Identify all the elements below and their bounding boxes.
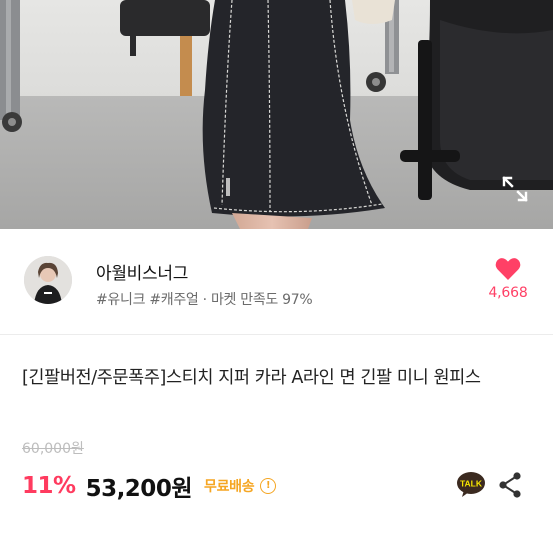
share-icon — [499, 472, 521, 498]
seller-tags: #유니크 #캐주얼 · 마켓 만족도 97% — [96, 292, 313, 308]
avatar-illustration — [24, 256, 72, 304]
price-row: 11% 53,200원 무료배송 ! — [22, 469, 277, 503]
talk-label: TALK — [460, 479, 483, 489]
like-button[interactable]: 4,668 — [482, 257, 534, 301]
discount-rate: 11% — [22, 473, 76, 499]
expand-image-button[interactable] — [498, 172, 532, 206]
sale-price: 53,200원 — [85, 476, 193, 502]
seller-name[interactable]: 아월비스너그 — [96, 259, 188, 284]
like-count: 4,668 — [488, 285, 528, 301]
info-icon[interactable]: ! — [260, 478, 277, 494]
seller-avatar[interactable] — [24, 256, 72, 304]
product-photo-illustration — [0, 0, 553, 229]
original-price: 60,000원 — [22, 441, 84, 457]
kakao-talk-icon: TALK — [457, 472, 485, 497]
free-shipping-label: 무료배송 — [203, 479, 255, 495]
product-image[interactable] — [0, 0, 553, 229]
heart-icon — [495, 258, 521, 280]
kakao-talk-button[interactable]: TALK — [456, 471, 486, 498]
product-title: [긴팔버전/주문폭주]스티치 지퍼 카라 A라인 면 긴팔 미니 원피스 — [22, 368, 481, 388]
seller-section: 아월비스너그 #유니크 #캐주얼 · 마켓 만족도 97% 4,668 — [0, 229, 553, 335]
expand-icon — [502, 176, 528, 202]
share-button[interactable] — [497, 471, 523, 499]
